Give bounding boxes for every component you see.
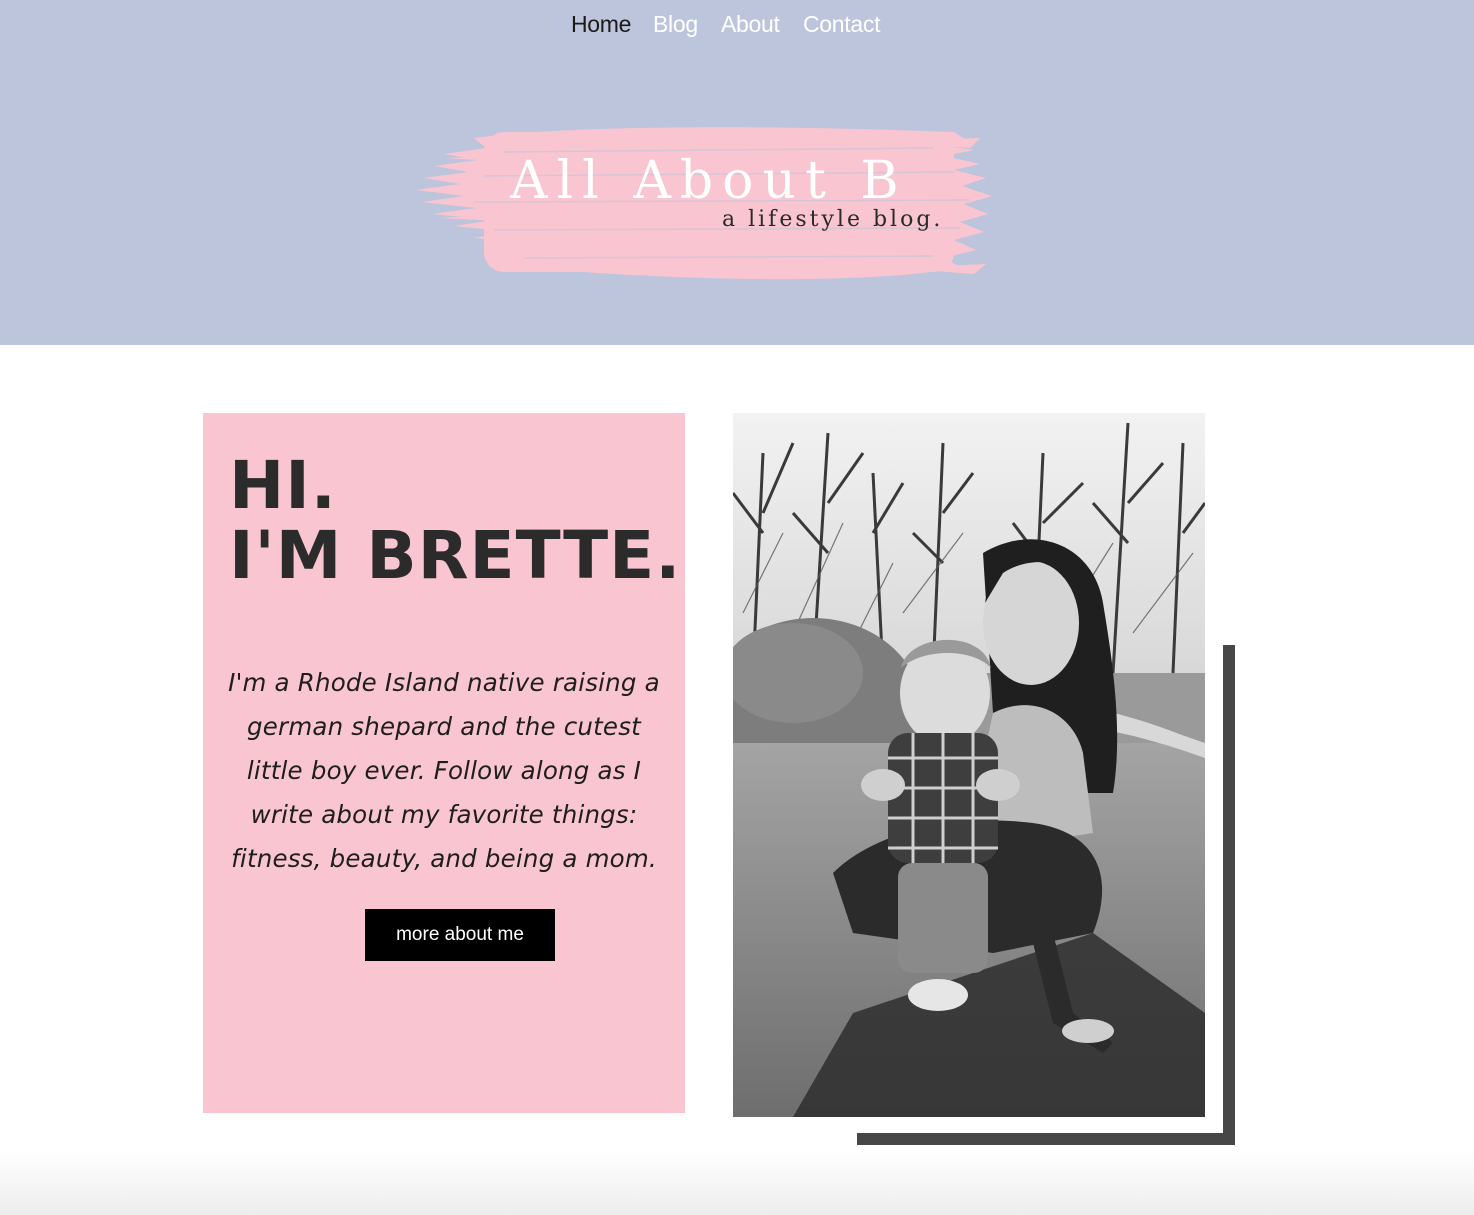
nav-about[interactable]: About [721, 8, 780, 40]
photo-illustration [733, 413, 1205, 1117]
bio-text: I'm a Rhode Island native raising a germ… [228, 668, 660, 873]
greeting-line-1: HI. [229, 447, 337, 524]
site-logo-subtitle: a lifestyle blog. [722, 207, 944, 232]
site-header: Home Blog About Contact All About B a li… [0, 0, 1474, 345]
site-logo-title[interactable]: All About B [510, 150, 908, 212]
more-about-me-button[interactable]: more about me [365, 909, 555, 961]
profile-photo [733, 413, 1205, 1117]
page: Home Blog About Contact All About B a li… [0, 0, 1474, 1215]
intro-card: HI. I'M BRETTE. I'm a Rhode Island nativ… [203, 413, 685, 1113]
bottom-fade [0, 1150, 1474, 1215]
nav-contact[interactable]: Contact [803, 8, 880, 40]
greeting-line-2: I'M BRETTE. [229, 517, 682, 594]
greeting-heading: HI. I'M BRETTE. [229, 451, 681, 591]
main-nav: Home Blog About Contact [0, 8, 1474, 42]
nav-blog[interactable]: Blog [653, 8, 698, 40]
nav-home[interactable]: Home [571, 8, 631, 40]
